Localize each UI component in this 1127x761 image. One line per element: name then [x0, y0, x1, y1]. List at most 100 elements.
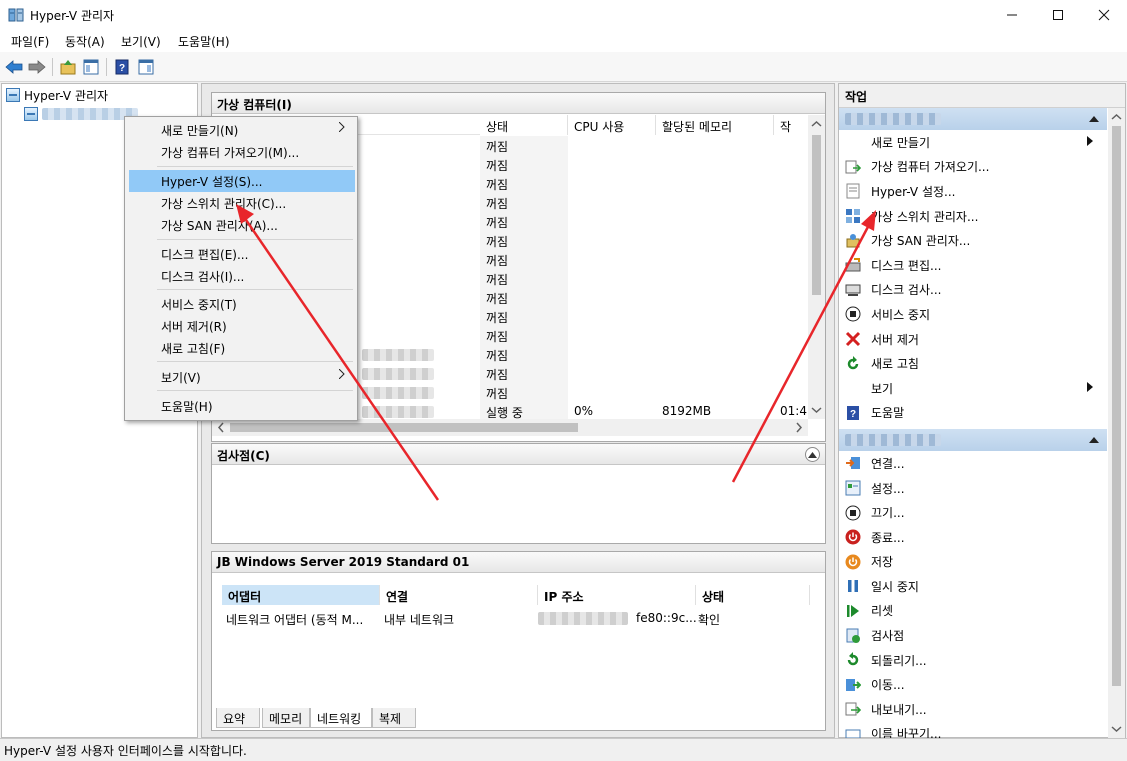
vm-state: 꺼짐	[486, 216, 509, 230]
menu-file[interactable]: 파일(F)	[11, 33, 49, 50]
vm-panel-title: 가상 컴퓨터(I)	[212, 93, 825, 114]
vm-actions-header[interactable]	[839, 429, 1107, 452]
action-item-settings[interactable]: 설정...	[839, 476, 1107, 501]
collapse-up-icon[interactable]	[805, 447, 820, 462]
context-menu-item[interactable]: 새로 고침(F)	[129, 337, 355, 359]
vm-list-hscroll[interactable]	[212, 419, 808, 436]
action-label: 이름 바꾸기...	[871, 727, 942, 738]
tab-replication[interactable]: 복제	[372, 708, 416, 728]
context-menu-item[interactable]: 서비스 중지(T)	[129, 293, 355, 315]
col-adapter[interactable]: 어댑터	[222, 585, 380, 605]
context-menu-item[interactable]: 디스크 편집(E)...	[129, 243, 355, 265]
maximize-icon[interactable]	[1035, 0, 1081, 30]
col-connection[interactable]: 연결	[380, 585, 538, 605]
col-memory[interactable]: 할당된 메모리	[656, 115, 774, 135]
action-item-san-manager[interactable]: 가상 SAN 관리자...	[839, 228, 1107, 253]
action-label: 보기	[871, 381, 894, 396]
context-menu-item[interactable]: 도움말(H)	[129, 395, 355, 417]
collapse-up-icon[interactable]	[1089, 437, 1099, 444]
disk-edit-icon	[845, 257, 861, 273]
show-hide-action-pane-icon[interactable]	[136, 57, 156, 77]
tree-server-node[interactable]	[24, 105, 138, 123]
action-item-import[interactable]: 가상 컴퓨터 가져오기...	[839, 155, 1107, 180]
action-item-refresh[interactable]: 새로 고침	[839, 351, 1107, 376]
vm-detail-panel: JB Windows Server 2019 Standard 01 어댑터 연…	[211, 551, 826, 731]
col-ip[interactable]: IP 주소	[538, 585, 696, 605]
tree-root-hyperv-manager[interactable]: Hyper-V 관리자	[6, 86, 108, 104]
vm-list-vscroll-thumb[interactable]	[812, 135, 821, 295]
collapse-up-icon[interactable]	[1089, 116, 1099, 122]
context-menu-item[interactable]: 새로 만들기(N)	[129, 119, 355, 141]
tab-summary[interactable]: 요약	[216, 708, 260, 728]
forward-arrow-icon[interactable]	[27, 57, 47, 77]
menu-separator	[157, 239, 353, 240]
show-hide-tree-icon[interactable]	[81, 57, 101, 77]
adapter-row[interactable]: 네트워크 어댑터 (동적 M... 내부 네트워크 fe80::9c... 확인	[222, 608, 810, 628]
actions-vscroll-thumb[interactable]	[1112, 126, 1121, 686]
minimize-icon[interactable]	[989, 0, 1035, 30]
action-item-connect[interactable]: 연결...	[839, 451, 1107, 476]
action-item-revert[interactable]: 되돌리기...	[839, 648, 1107, 673]
menu-view[interactable]: 보기(V)	[121, 33, 161, 50]
context-menu-item[interactable]: 서버 제거(R)	[129, 315, 355, 337]
action-label: 리셋	[871, 604, 894, 619]
action-label: Hyper-V 설정...	[871, 184, 956, 199]
vm-state: 꺼짐	[486, 197, 509, 211]
vm-state: 꺼짐	[486, 387, 509, 401]
close-icon[interactable]	[1081, 0, 1127, 30]
context-menu-item[interactable]: 가상 컴퓨터 가져오기(M)...	[129, 141, 355, 163]
vm-list-hscroll-thumb[interactable]	[230, 423, 578, 432]
action-item-settings-page[interactable]: Hyper-V 설정...	[839, 179, 1107, 204]
vm-state: 꺼짐	[486, 159, 509, 173]
action-item-rename[interactable]: 이름 바꾸기...	[839, 722, 1107, 738]
action-item-switch-manager[interactable]: 가상 스위치 관리자...	[839, 204, 1107, 229]
server-actions-header[interactable]	[839, 108, 1107, 130]
vm-memory: 8192MB	[662, 404, 712, 418]
tab-memory[interactable]: 메모리	[262, 708, 310, 728]
action-item-remove-x[interactable]: 서버 제거	[839, 327, 1107, 352]
col-uptime[interactable]: 작동	[774, 115, 808, 135]
action-label: 가상 스위치 관리자...	[871, 209, 979, 224]
action-item-disk-inspect[interactable]: 디스크 검사...	[839, 278, 1107, 303]
action-item-action-server_items-10[interactable]: 보기	[839, 376, 1107, 401]
action-item-action-server_items-0[interactable]: 새로 만들기	[839, 130, 1107, 155]
help-book-icon[interactable]: ?	[112, 57, 132, 77]
ipv4-redacted	[538, 612, 628, 625]
back-arrow-icon[interactable]	[4, 57, 24, 77]
adapter-name: 네트워크 어댑터 (동적 M...	[226, 613, 364, 627]
action-item-stop-service[interactable]: 서비스 중지	[839, 302, 1107, 327]
col-state[interactable]: 상태	[480, 115, 568, 135]
toolbar-separator	[52, 58, 53, 76]
vm-list-vscroll[interactable]	[808, 115, 825, 419]
context-menu-item[interactable]: Hyper-V 설정(S)...	[129, 170, 355, 192]
adapter-connection: 내부 네트워크	[384, 613, 455, 627]
action-item-turn-off[interactable]: 끄기...	[839, 500, 1107, 525]
context-menu-item[interactable]: 가상 SAN 관리자(A)...	[129, 214, 355, 236]
menu-action[interactable]: 동작(A)	[65, 33, 105, 50]
context-menu-item[interactable]: 보기(V)	[129, 366, 355, 388]
context-menu-item[interactable]: 가상 스위치 관리자(C)...	[129, 192, 355, 214]
import-icon	[845, 159, 861, 175]
col-status[interactable]: 상태	[696, 585, 810, 605]
menu-help[interactable]: 도움말(H)	[178, 33, 230, 50]
action-item-export[interactable]: 내보내기...	[839, 697, 1107, 722]
actions-title: 작업	[839, 84, 1125, 108]
server-name-redacted	[845, 113, 941, 125]
up-folder-icon[interactable]	[58, 57, 78, 77]
action-item-move[interactable]: 이동...	[839, 672, 1107, 697]
col-cpu[interactable]: CPU 사용	[568, 115, 656, 135]
tab-networking[interactable]: 네트워킹	[310, 708, 372, 728]
action-item-shutdown[interactable]: 종료...	[839, 525, 1107, 550]
actions-vscroll[interactable]	[1108, 108, 1125, 738]
actions-list: 새로 만들기 가상 컴퓨터 가져오기... Hyper-V 설정... 가상 스위치 …	[839, 108, 1107, 738]
vm-actions: 연결... 설정... 끄기... 종료... 저장 일시 중지 리셋 검사점 되돌리기... 이…	[839, 451, 1107, 738]
action-item-help[interactable]: ? 도움말	[839, 401, 1107, 426]
action-item-checkpoint[interactable]: 검사점	[839, 623, 1107, 648]
context-menu-item[interactable]: 디스크 검사(I)...	[129, 265, 355, 287]
action-item-disk-edit[interactable]: 디스크 편집...	[839, 253, 1107, 278]
action-item-save[interactable]: 저장	[839, 550, 1107, 575]
title-bar: Hyper-V 관리자	[0, 0, 1127, 30]
action-item-reset[interactable]: 리셋	[839, 599, 1107, 624]
action-item-pause[interactable]: 일시 중지	[839, 574, 1107, 599]
remove-x-icon	[845, 331, 861, 347]
